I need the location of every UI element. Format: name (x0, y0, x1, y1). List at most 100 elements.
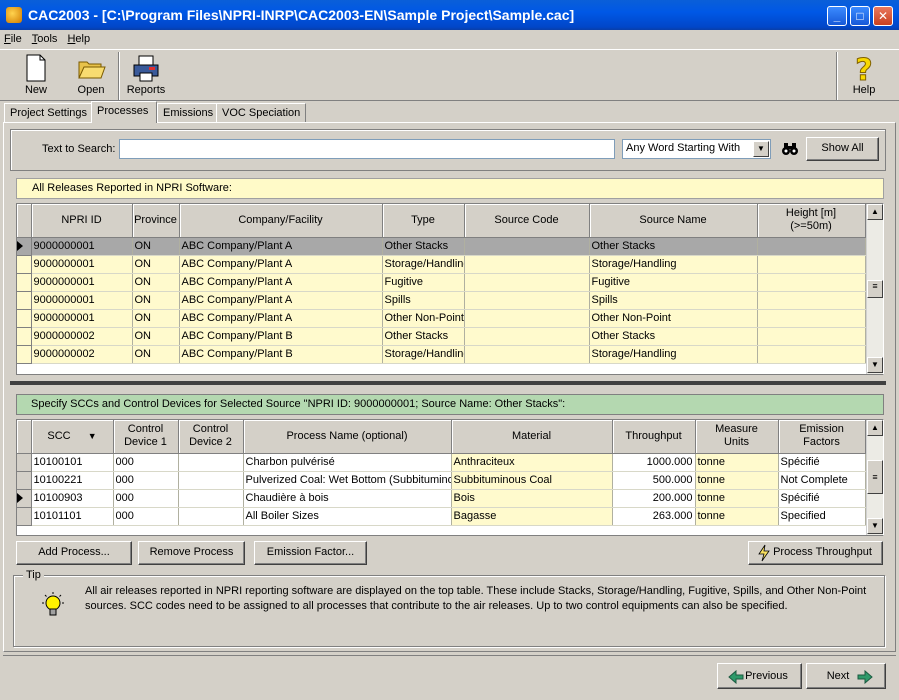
scc-cell[interactable]: tonne (695, 489, 779, 508)
release-cell[interactable] (464, 327, 590, 346)
col-company-facility[interactable]: Company/Facility (179, 204, 383, 238)
scc-cell[interactable] (178, 471, 244, 490)
row-header[interactable] (17, 327, 32, 346)
splitter[interactable] (10, 381, 886, 385)
release-cell[interactable]: Other Stacks (589, 327, 758, 346)
scc-cell[interactable]: Charbon pulvérisé (243, 453, 452, 472)
menu-help[interactable]: Help (67, 33, 90, 45)
releases-scrollbar[interactable]: ▲ ≡ ▼ (866, 204, 883, 374)
scc-cell[interactable]: Spécifié (778, 489, 866, 508)
scroll-down-icon[interactable]: ▼ (867, 357, 883, 373)
tab-project-settings[interactable]: Project Settings (4, 103, 94, 123)
scc-cell[interactable]: 10100903 (31, 489, 114, 508)
emission-factor-button[interactable]: Emission Factor... (254, 541, 367, 565)
col-source-name[interactable]: Source Name (589, 204, 758, 238)
release-cell[interactable]: ON (132, 273, 180, 292)
minimize-button[interactable]: _ (827, 6, 847, 26)
release-cell[interactable] (464, 291, 590, 310)
scc-cell[interactable]: 10100101 (31, 453, 114, 472)
release-cell[interactable]: 9000000001 (31, 255, 133, 274)
tab-emissions[interactable]: Emissions (157, 103, 220, 123)
release-cell[interactable] (757, 237, 866, 256)
release-row[interactable]: 9000000001 ON ABC Company/Plant A Other Non… (17, 309, 866, 328)
scroll-up-icon[interactable]: ▲ (867, 420, 883, 436)
release-cell[interactable]: ABC Company/Plant A (179, 273, 383, 292)
release-row[interactable]: 9000000001 ON ABC Company/Plant A Other Sta… (17, 237, 866, 256)
release-cell[interactable] (757, 309, 866, 328)
scc-cell[interactable]: Specified (778, 507, 866, 526)
release-cell[interactable]: ON (132, 255, 180, 274)
release-cell[interactable]: Other Stacks (382, 237, 465, 256)
scc-cell[interactable]: Bagasse (451, 507, 613, 526)
row-header[interactable] (17, 273, 32, 292)
row-header[interactable] (17, 489, 32, 508)
release-cell[interactable]: ABC Company/Plant A (179, 237, 383, 256)
scc-row[interactable]: 10100903 000 Chaudière à bois Bois 200.000 to… (17, 489, 866, 508)
next-button[interactable]: Next (806, 663, 886, 689)
release-cell[interactable]: Other Non-Point (382, 309, 465, 328)
previous-button[interactable]: Previous (717, 663, 802, 689)
release-cell[interactable]: Fugitive (382, 273, 465, 292)
scc-row[interactable]: 10100101 000 Charbon pulvérisé Anthraciteux… (17, 453, 866, 472)
release-cell[interactable]: 9000000002 (31, 345, 133, 364)
scc-cell[interactable]: Not Complete (778, 471, 866, 490)
row-header[interactable] (17, 309, 32, 328)
release-cell[interactable]: Other Non-Point (589, 309, 758, 328)
release-cell[interactable]: 9000000002 (31, 327, 133, 346)
scc-cell[interactable] (178, 453, 244, 472)
scroll-thumb[interactable]: ≡ (867, 460, 883, 494)
row-header[interactable] (17, 237, 32, 256)
tab-voc-speciation[interactable]: VOC Speciation (216, 103, 307, 123)
scc-cell[interactable]: Spécifié (778, 453, 866, 472)
release-cell[interactable]: 9000000001 (31, 309, 133, 328)
release-row[interactable]: 9000000001 ON ABC Company/Plant A Spills Spi… (17, 291, 866, 310)
row-header[interactable] (17, 507, 32, 526)
release-cell[interactable]: ON (132, 291, 180, 310)
tab-processes[interactable]: Processes (91, 101, 157, 123)
scc-cell[interactable] (178, 489, 244, 508)
add-process-button[interactable]: Add Process... (16, 541, 132, 565)
row-header[interactable] (17, 291, 32, 310)
scroll-up-icon[interactable]: ▲ (867, 204, 883, 220)
help-button[interactable]: ? Help (842, 53, 886, 100)
release-cell[interactable]: 9000000001 (31, 291, 133, 310)
chevron-down-icon[interactable]: ▼ (753, 141, 769, 157)
release-cell[interactable]: Storage/Handling (589, 255, 758, 274)
scc-cell[interactable]: Chaudière à bois (243, 489, 452, 508)
release-cell[interactable]: ABC Company/Plant A (179, 291, 383, 310)
scc-cell[interactable]: 000 (113, 489, 179, 508)
release-cell[interactable]: Storage/Handling (382, 255, 465, 274)
scc-row[interactable]: 10101101 000 All Boiler Sizes Bagasse 263.00… (17, 507, 866, 526)
release-row[interactable]: 9000000001 ON ABC Company/Plant A Storage/H… (17, 255, 866, 274)
release-cell[interactable]: Other Stacks (382, 327, 465, 346)
maximize-button[interactable]: □ (850, 6, 870, 26)
release-cell[interactable] (757, 273, 866, 292)
release-cell[interactable]: Storage/Handling (382, 345, 465, 364)
scc-cell[interactable]: 000 (113, 471, 179, 490)
release-cell[interactable] (757, 255, 866, 274)
row-header[interactable] (17, 453, 32, 472)
col-process-name[interactable]: Process Name (optional) (243, 420, 452, 454)
open-button[interactable]: Open (69, 54, 113, 100)
release-cell[interactable]: Spills (382, 291, 465, 310)
release-row[interactable]: 9000000002 ON ABC Company/Plant B Storage/H… (17, 345, 866, 364)
scc-cell[interactable]: Pulverized Coal: Wet Bottom (Subbitumino (243, 471, 452, 490)
col-control-device-2[interactable]: Control Device 2 (178, 420, 244, 454)
col-province[interactable]: Province (132, 204, 180, 238)
col-throughput[interactable]: Throughput (612, 420, 696, 454)
row-header[interactable] (17, 255, 32, 274)
col-height[interactable]: Height [m] (>=50m) (757, 204, 866, 238)
release-cell[interactable]: ABC Company/Plant A (179, 309, 383, 328)
release-cell[interactable]: ABC Company/Plant B (179, 327, 383, 346)
scroll-thumb[interactable]: ≡ (867, 280, 883, 298)
release-cell[interactable]: ON (132, 237, 180, 256)
release-cell[interactable] (757, 345, 866, 364)
scc-cell[interactable]: 1000.000 (612, 453, 696, 472)
release-cell[interactable] (464, 309, 590, 328)
scc-cell[interactable]: tonne (695, 453, 779, 472)
release-cell[interactable] (464, 345, 590, 364)
col-material[interactable]: Material (451, 420, 613, 454)
scc-cell[interactable]: Bois (451, 489, 613, 508)
release-cell[interactable]: Spills (589, 291, 758, 310)
release-cell[interactable] (464, 273, 590, 292)
